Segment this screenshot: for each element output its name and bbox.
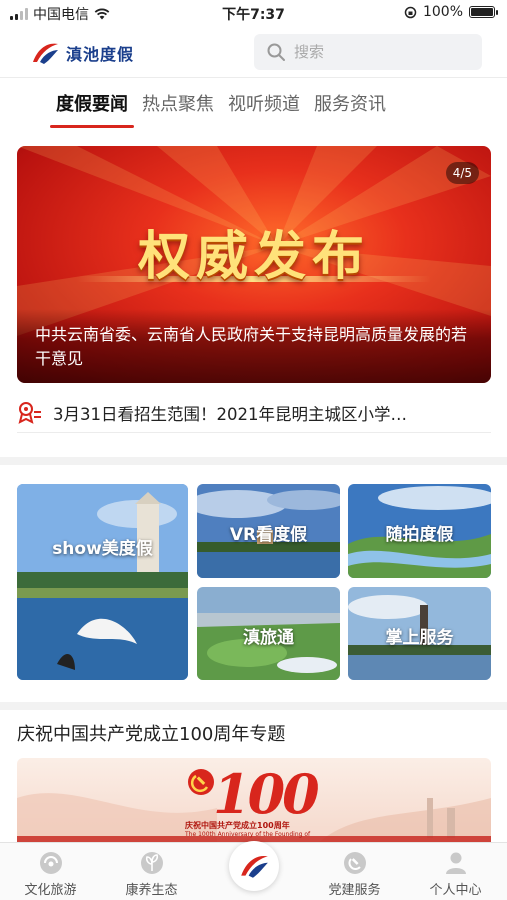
orientation-lock-icon xyxy=(404,6,417,18)
banner-caption: 中共云南省委、云南省人民政府关于支持昆明高质量发展的若干意见 xyxy=(17,309,491,383)
section-divider xyxy=(0,702,507,710)
announcement-badge-icon xyxy=(18,401,41,424)
culture-tourism-icon xyxy=(39,852,62,874)
tab-resort-news[interactable]: 度假要闻 xyxy=(50,90,134,128)
hammer-sickle-icon xyxy=(188,769,214,795)
party-building-icon xyxy=(343,852,366,874)
nav-wellness[interactable]: 康养生态 xyxy=(101,849,202,898)
dianchi-logo-icon xyxy=(33,43,58,64)
news-ticker[interactable]: 3月31日看招生范围！2021年昆明主城区小学… xyxy=(17,393,491,433)
feature-label: VR看度假 xyxy=(229,525,308,545)
promo-subtitle: 庆祝中国共产党成立100周年 xyxy=(185,821,290,830)
feature-label: 滇旅通 xyxy=(243,628,294,648)
promo-number: 100 xyxy=(213,762,320,826)
banner-page-counter: 4/5 xyxy=(445,162,479,184)
home-logo-icon xyxy=(241,856,268,878)
section-divider xyxy=(0,457,507,465)
feature-label: 随拍度假 xyxy=(385,525,454,545)
feature-photo-resort[interactable]: 随拍度假 xyxy=(348,484,491,578)
feature-vr-resort[interactable]: VR看度假 xyxy=(197,484,340,578)
bottom-nav: 文化旅游 康养生态 党建服务 个人中心 xyxy=(0,841,507,900)
status-bar: 中国电信 下午7:37 100% xyxy=(0,0,507,26)
app-header: 滇池度假 xyxy=(0,28,507,78)
promo-subtitle-english: The 100th Anniversary of the Founding of xyxy=(185,831,311,838)
battery-percent: 100% xyxy=(422,4,463,20)
headline-banner[interactable]: 权威发布 4/5 中共云南省委、云南省人民政府关于支持昆明高质量发展的若干意见 xyxy=(17,146,491,383)
feature-label: 掌上服务 xyxy=(385,628,454,648)
banner-title: 权威发布 xyxy=(137,226,370,287)
search-bar[interactable] xyxy=(254,34,482,70)
tab-video-channel[interactable]: 视听频道 xyxy=(228,90,300,124)
nav-culture-tourism[interactable]: 文化旅游 xyxy=(0,849,101,898)
search-icon xyxy=(267,43,285,61)
feature-label: show美度假 xyxy=(52,539,153,559)
feature-mobile-service[interactable]: 掌上服务 xyxy=(348,587,491,680)
wellness-leaf-icon xyxy=(140,852,163,874)
nav-party-building[interactable]: 党建服务 xyxy=(304,849,405,898)
tab-hot-topics[interactable]: 热点聚焦 xyxy=(142,90,214,124)
nav-label: 康养生态 xyxy=(125,883,178,898)
nav-personal-center[interactable]: 个人中心 xyxy=(405,849,506,898)
nav-label: 党建服务 xyxy=(328,883,381,898)
news-tabs: 度假要闻 热点聚焦 视听频道 服务资讯 xyxy=(50,90,386,128)
logo-text: 滇池度假 xyxy=(66,45,135,64)
feature-show-resort[interactable]: show美度假 xyxy=(17,484,188,680)
status-right: 100% xyxy=(404,4,498,20)
feature-dian-travel[interactable]: 滇旅通 xyxy=(197,587,340,680)
battery-icon xyxy=(469,6,498,18)
lake-pagoda-photo xyxy=(17,484,188,680)
nav-label: 文化旅游 xyxy=(24,883,77,898)
search-input[interactable] xyxy=(294,43,454,61)
centenary-promo-banner[interactable]: 100 庆祝中国共产党成立100周年 The 100th Anniversary… xyxy=(17,758,491,844)
nav-label: 个人中心 xyxy=(429,883,482,898)
person-icon xyxy=(445,852,466,874)
section-title: 庆祝中国共产党成立100周年专题 xyxy=(17,724,286,745)
tab-service-info[interactable]: 服务资讯 xyxy=(314,90,386,124)
app-logo[interactable]: 滇池度假 xyxy=(30,40,134,66)
nav-home[interactable] xyxy=(229,841,279,891)
ticker-headline: 3月31日看招生范围！2021年昆明主城区小学… xyxy=(53,404,407,424)
